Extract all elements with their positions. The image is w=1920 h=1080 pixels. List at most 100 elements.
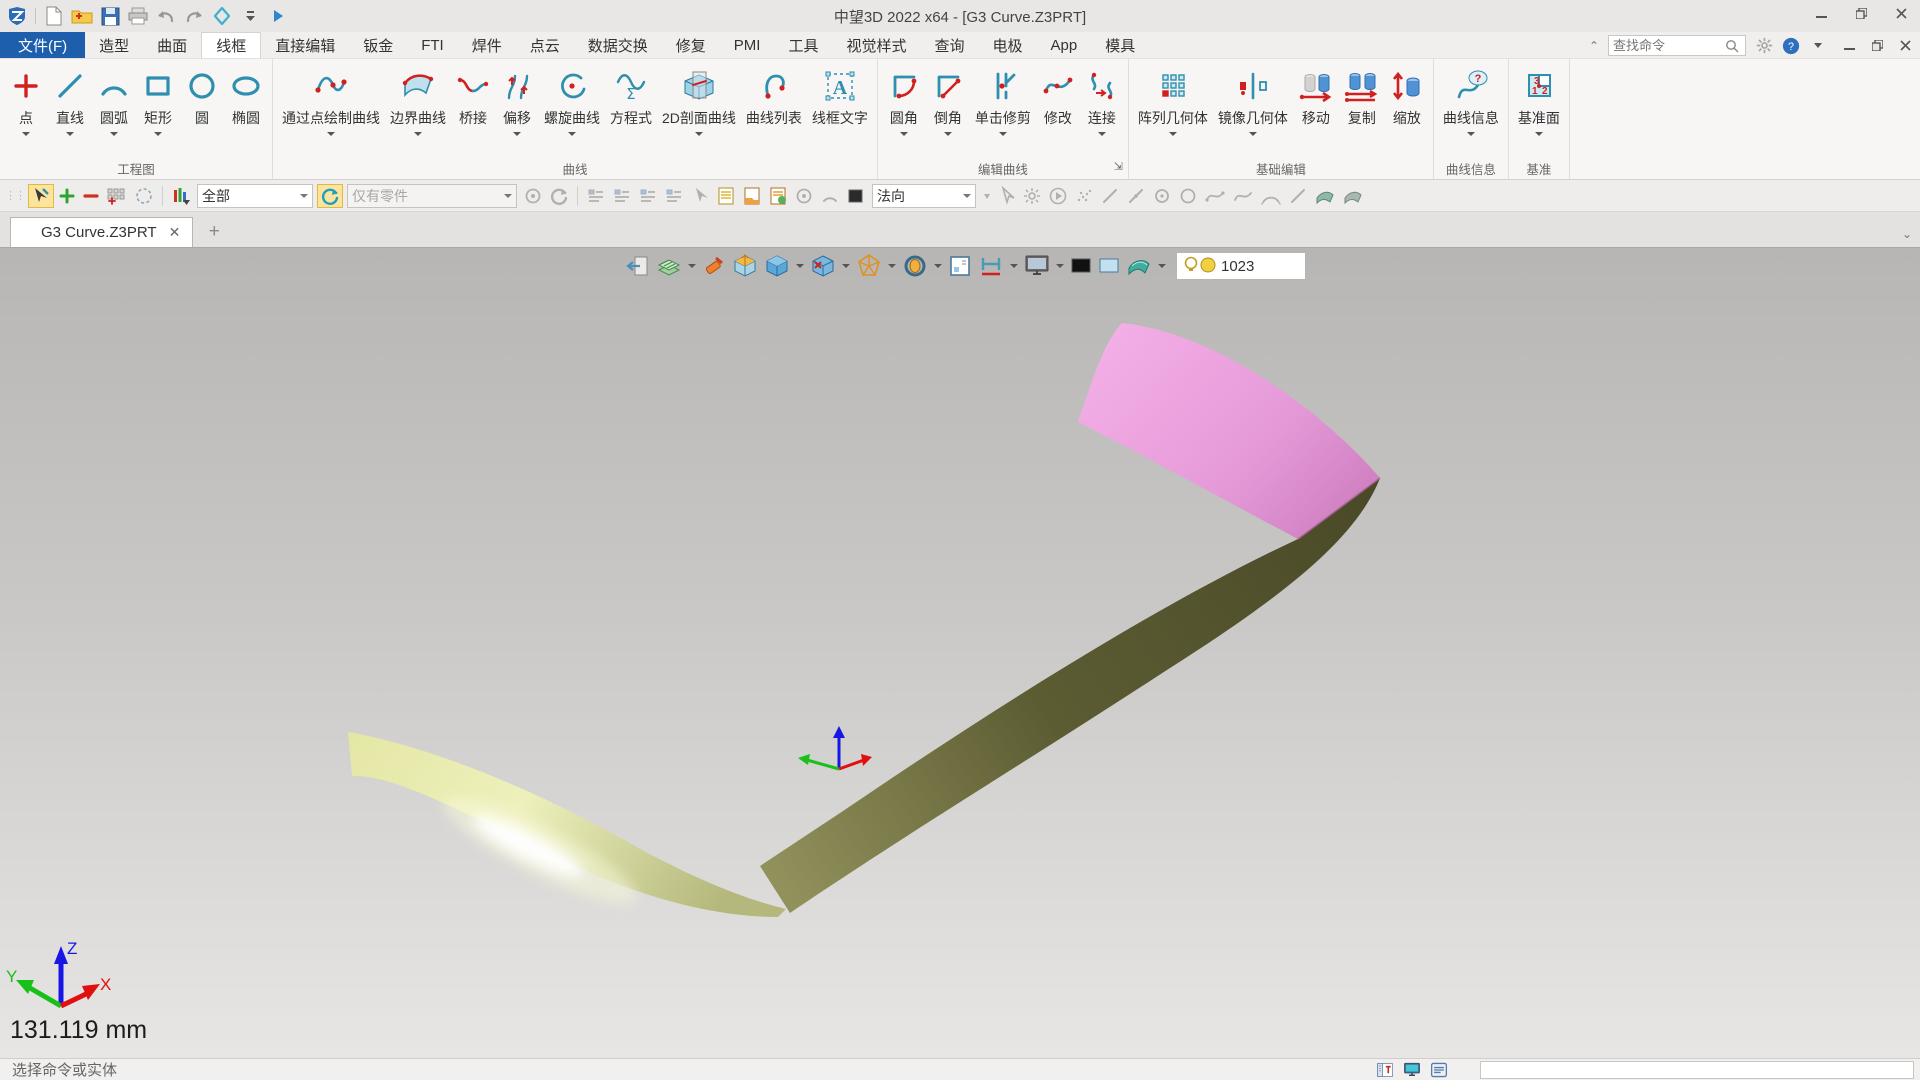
menu-tab-14[interactable]: 查询: [921, 32, 979, 58]
erase-icon[interactable]: [700, 253, 728, 279]
document-restore-button[interactable]: [1868, 37, 1886, 55]
chevron-down-icon[interactable]: [688, 264, 696, 268]
display-monitor-icon[interactable]: [1022, 253, 1052, 279]
ribbon-button-直线[interactable]: 直线: [48, 61, 92, 157]
bg-black-swatch[interactable]: [1068, 253, 1094, 279]
open-file-icon[interactable]: [71, 5, 93, 27]
monitor-toggle-icon[interactable]: [1403, 1061, 1421, 1079]
menu-tab-PMI[interactable]: PMI: [720, 32, 775, 58]
dropdown-arrow-icon[interactable]: [327, 132, 335, 136]
menu-tab-5[interactable]: 钣金: [349, 32, 407, 58]
dropdown-arrow-icon[interactable]: [999, 132, 1007, 136]
normal-select[interactable]: 法向: [872, 184, 976, 208]
chevron-down-icon[interactable]: [888, 264, 896, 268]
swatch-icon[interactable]: [844, 184, 868, 208]
doc-open-icon[interactable]: [740, 184, 764, 208]
search-icon[interactable]: [1723, 37, 1741, 55]
close-button[interactable]: [1888, 4, 1914, 22]
menu-tab-2[interactable]: 曲面: [143, 32, 201, 58]
collapse-ribbon-icon[interactable]: ⌃: [1589, 39, 1599, 53]
surface-display-icon[interactable]: [1124, 253, 1154, 279]
ribbon-button-点[interactable]: 点: [4, 61, 48, 157]
ribbon-button-修改[interactable]: 修改: [1036, 61, 1080, 157]
menu-tab-7[interactable]: 焊件: [458, 32, 516, 58]
dropdown-arrow-icon[interactable]: [568, 132, 576, 136]
menu-tab-17[interactable]: 模具: [1091, 32, 1149, 58]
menu-tab-3[interactable]: 线框: [201, 32, 261, 58]
dropdown-arrow-icon[interactable]: [414, 132, 422, 136]
status-input-field[interactable]: [1480, 1061, 1914, 1079]
qat-dropdown-icon[interactable]: [239, 5, 261, 27]
redo-icon[interactable]: [183, 5, 205, 27]
ribbon-button-矩形[interactable]: 矩形: [136, 61, 180, 157]
ribbon-button-边界曲线[interactable]: 边界曲线: [385, 61, 451, 157]
dropdown-arrow-icon[interactable]: [944, 132, 952, 136]
doc-list-icon[interactable]: [714, 184, 738, 208]
regen-icon[interactable]: [317, 184, 343, 208]
ribbon-button-方程式[interactable]: Σ方程式: [605, 61, 657, 157]
ribbon-button-螺旋曲线[interactable]: 螺旋曲线: [539, 61, 605, 157]
view-cube-icon[interactable]: [730, 253, 760, 279]
ribbon-button-圆角[interactable]: 圆角: [882, 61, 926, 157]
pick-filter-icon[interactable]: [104, 184, 130, 208]
restore-button[interactable]: [1848, 4, 1874, 22]
add-selection-icon[interactable]: [56, 184, 78, 208]
document-close-button[interactable]: [1896, 37, 1914, 55]
bg-blue-swatch[interactable]: [1096, 253, 1122, 279]
menu-tab-9[interactable]: 数据交换: [574, 32, 662, 58]
toolbar-grip[interactable]: ⋮⋮: [5, 189, 25, 202]
measure-icon[interactable]: [976, 253, 1006, 279]
dropdown-arrow-icon[interactable]: [1467, 132, 1475, 136]
menu-tab-8[interactable]: 点云: [516, 32, 574, 58]
dropdown-arrow-icon[interactable]: [695, 132, 703, 136]
dialog-launcher-icon[interactable]: ⇲: [1114, 160, 1123, 173]
spotlight-icon[interactable]: [900, 253, 930, 279]
dropdown-arrow-icon[interactable]: [110, 132, 118, 136]
dropdown-arrow-icon[interactable]: [513, 132, 521, 136]
document-minimize-button[interactable]: [1840, 37, 1858, 55]
search-input[interactable]: [1613, 38, 1723, 53]
tab-list-icon[interactable]: ⌄: [1902, 227, 1912, 241]
exit-view-icon[interactable]: [624, 253, 652, 279]
help-icon[interactable]: ?: [1782, 37, 1800, 55]
model-scene[interactable]: [0, 248, 1920, 1058]
viewport-3d[interactable]: 1023 Z Y X 131.119 mm: [0, 248, 1920, 1058]
ribbon-button-单击修剪[interactable]: 单击修剪: [970, 61, 1036, 157]
menu-tab-10[interactable]: 修复: [662, 32, 720, 58]
menu-tab-FTI[interactable]: FTI: [407, 32, 458, 58]
ribbon-button-连接[interactable]: 连接: [1080, 61, 1124, 157]
menu-tab-F[interactable]: 文件(F): [0, 32, 85, 58]
ribbon-button-基准面[interactable]: 312基准面: [1513, 61, 1565, 157]
menu-tab-12[interactable]: 工具: [774, 32, 832, 58]
doc-edit-icon[interactable]: [766, 184, 790, 208]
ribbon-button-椭圆[interactable]: 椭圆: [224, 61, 268, 157]
ribbon-button-偏移[interactable]: 偏移: [495, 61, 539, 157]
ribbon-button-通过点绘制曲线[interactable]: 通过点绘制曲线: [277, 61, 385, 157]
panel-toggle-icon[interactable]: [1376, 1061, 1394, 1079]
pick-tool-icon[interactable]: [28, 184, 54, 208]
ribbon-button-阵列几何体[interactable]: 阵列几何体: [1133, 61, 1213, 157]
print-icon[interactable]: [127, 5, 149, 27]
dropdown-arrow-icon[interactable]: [1098, 132, 1106, 136]
ribbon-button-圆[interactable]: 圆: [180, 61, 224, 157]
ribbon-button-镜像几何体[interactable]: 镜像几何体: [1213, 61, 1293, 157]
chevron-down-icon[interactable]: [1056, 264, 1064, 268]
chevron-down-icon[interactable]: [796, 264, 804, 268]
chevron-down-icon[interactable]: [1010, 264, 1018, 268]
dropdown-arrow-icon[interactable]: [154, 132, 162, 136]
ribbon-button-缩放[interactable]: 缩放: [1385, 61, 1429, 157]
menu-tab-1[interactable]: 造型: [85, 32, 143, 58]
ribbon-button-复制[interactable]: 复制: [1339, 61, 1385, 157]
window-icon[interactable]: [946, 253, 974, 279]
dropdown-arrow-icon[interactable]: [1535, 132, 1543, 136]
chevron-down-icon[interactable]: [842, 264, 850, 268]
sync-icon[interactable]: [211, 5, 233, 27]
ribbon-button-2D剖面曲线[interactable]: 2D剖面曲线: [657, 61, 741, 157]
ribbon-button-线框文字[interactable]: A线框文字: [807, 61, 873, 157]
settings-gear-icon[interactable]: [1755, 37, 1773, 55]
light-layer-select[interactable]: 1023: [1176, 252, 1306, 280]
play-icon[interactable]: [267, 5, 289, 27]
ribbon-button-圆弧[interactable]: 圆弧: [92, 61, 136, 157]
form-toggle-icon[interactable]: [1430, 1061, 1448, 1079]
dropdown-arrow-icon[interactable]: [1249, 132, 1257, 136]
